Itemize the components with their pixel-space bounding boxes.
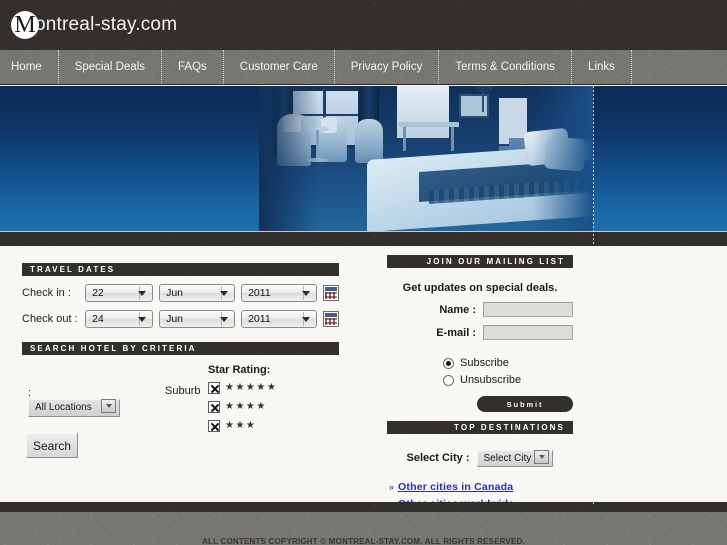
calendar-icon-check-out[interactable] <box>323 311 339 327</box>
main-content: Travel Dates Check in : 22 Jun <box>0 246 727 502</box>
nav-item-faqs[interactable]: FAQs <box>162 50 224 84</box>
email-field[interactable] <box>483 325 573 340</box>
check-out-label: Check out : <box>22 313 85 325</box>
link-other-cities-canada[interactable]: Other cities in Canada <box>398 481 513 493</box>
location-select-wrap: All Locations <box>28 397 120 417</box>
email-row: E-mail : <box>387 325 573 340</box>
name-field[interactable] <box>483 302 573 317</box>
checkbox-rating-5[interactable] <box>208 382 220 394</box>
unsubscribe-row[interactable]: Unsubscribe <box>443 374 573 386</box>
mailing-list-tagline: Get updates on special deals. <box>387 282 573 294</box>
nav-item-privacy-policy[interactable]: Privacy Policy <box>335 50 440 84</box>
star-rating-row-5: ★★★★★ <box>208 381 277 395</box>
nav-filler <box>632 50 727 84</box>
name-row: Name : <box>387 302 573 317</box>
star-rating-row-4: ★★★★ <box>208 400 277 414</box>
top-destinations-title: Top Destinations <box>454 423 565 432</box>
search-button[interactable]: Search <box>26 433 78 458</box>
footer-copyright: ALL CONTENTS COPYRIGHT © MONTREAL-STAY.C… <box>0 537 727 545</box>
criteria-body: Star Rating: ★★★★★ ★★★★ ★★★ Suburb <box>22 355 339 465</box>
nav-item-special-deals[interactable]: Special Deals <box>59 50 162 84</box>
left-column: Travel Dates Check in : 22 Jun <box>22 263 339 465</box>
check-in-year-select[interactable]: 2011 <box>241 284 317 302</box>
footer-rule <box>0 502 727 512</box>
travel-dates-title: Travel Dates <box>30 265 115 274</box>
select-city-dropdown[interactable]: Select City <box>477 450 553 467</box>
check-out-month-select[interactable]: Jun <box>159 310 235 328</box>
nav-item-home[interactable]: Home <box>0 50 59 84</box>
check-in-day-select[interactable]: 22 <box>85 284 153 302</box>
checkbox-rating-4[interactable] <box>208 401 220 413</box>
link-row-canada: » Other cities in Canada <box>389 481 573 493</box>
radio-subscribe[interactable] <box>443 358 454 369</box>
calendar-icon-check-in[interactable] <box>323 285 339 301</box>
subscribe-label: Subscribe <box>460 357 509 369</box>
check-in-label: Check in : <box>22 287 85 299</box>
star-rating-label: Star Rating: <box>208 364 277 376</box>
nav-item-customer-care[interactable]: Customer Care <box>224 50 335 84</box>
nav-item-terms-conditions[interactable]: Terms & Conditions <box>439 50 572 84</box>
check-out-month-wrap: Jun <box>159 310 241 328</box>
site-header: M ontreal-stay.com <box>0 0 727 50</box>
mailing-list-title: Join Our Mailing List <box>427 257 565 266</box>
page-root: M ontreal-stay.com Home Special Deals FA… <box>0 0 727 545</box>
check-out-year-wrap: 2011 <box>241 310 323 328</box>
email-label: E-mail : <box>436 327 476 339</box>
check-out-year-select[interactable]: 2011 <box>241 310 317 328</box>
check-in-year-wrap: 2011 <box>241 284 323 302</box>
nav-item-links[interactable]: Links <box>572 50 632 84</box>
check-out-day-select[interactable]: 24 <box>85 310 153 328</box>
stars-3: ★★★ <box>225 420 256 432</box>
select-city-label: Select City : <box>407 452 470 464</box>
stars-4: ★★★★ <box>225 401 267 413</box>
submit-row: Submit <box>387 396 573 412</box>
check-in-row: Check in : 22 Jun 2011 <box>22 284 339 302</box>
unsubscribe-label: Unsubscribe <box>460 374 521 386</box>
bullet-icon: » <box>389 482 394 492</box>
check-out-row: Check out : 24 Jun 2011 <box>22 310 339 328</box>
site-logo[interactable]: M ontreal-stay.com <box>11 11 177 39</box>
main-nav: Home Special Deals FAQs Customer Care Pr… <box>0 50 727 85</box>
check-in-month-select[interactable]: Jun <box>159 284 235 302</box>
logo-text: ontreal-stay.com <box>35 14 177 36</box>
hero-banner <box>0 86 727 232</box>
name-label: Name : <box>439 304 476 316</box>
top-destinations-section-header: Top Destinations <box>387 421 573 434</box>
site-footer: ALL CONTENTS COPYRIGHT © MONTREAL-STAY.C… <box>0 512 727 545</box>
mailing-list-section-header: Join Our Mailing List <box>387 255 573 268</box>
star-rating-block: Star Rating: ★★★★★ ★★★★ ★★★ <box>208 364 277 438</box>
criteria-section-header: Search Hotel by Criteria <box>22 342 339 355</box>
hero-bottom-strip <box>0 232 727 246</box>
right-column: Join Our Mailing List Get updates on spe… <box>387 255 573 515</box>
star-rating-row-3: ★★★ <box>208 419 277 433</box>
check-out-day-wrap: 24 <box>85 310 159 328</box>
layout-guide-line <box>593 86 594 506</box>
select-city-wrap: Select City <box>477 448 553 467</box>
stars-5: ★★★★★ <box>225 382 277 394</box>
radio-unsubscribe[interactable] <box>443 375 454 386</box>
criteria-title: Search Hotel by Criteria <box>30 344 197 353</box>
travel-dates-section-header: Travel Dates <box>22 263 339 276</box>
subscribe-row[interactable]: Subscribe <box>443 357 573 369</box>
checkbox-rating-3[interactable] <box>208 420 220 432</box>
submit-button[interactable]: Submit <box>477 396 573 412</box>
select-city-row: Select City : Select City <box>387 448 573 467</box>
suburb-label: Suburb <box>165 385 200 397</box>
location-select[interactable]: All Locations <box>28 399 120 417</box>
check-in-day-wrap: 22 <box>85 284 159 302</box>
subscription-radio-group: Subscribe Unsubscribe <box>387 357 573 386</box>
hero-hotel-room-image <box>259 86 593 232</box>
check-in-month-wrap: Jun <box>159 284 241 302</box>
